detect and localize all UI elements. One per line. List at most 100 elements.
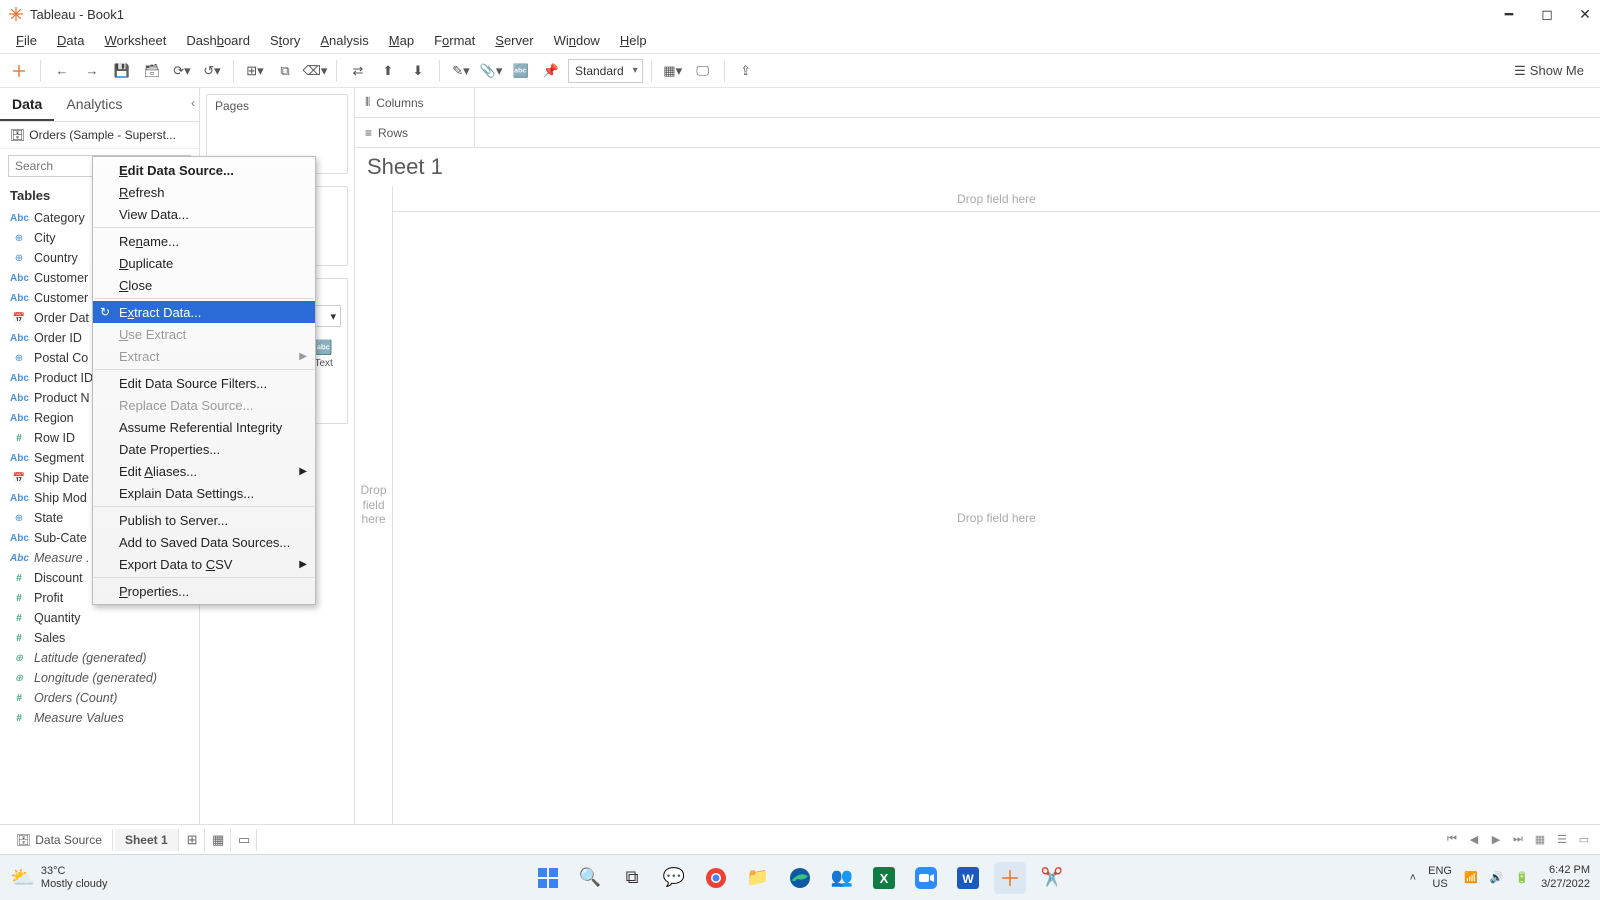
duplicate-button[interactable]: ⧉ <box>272 58 298 84</box>
next-sheet-button[interactable]: ▶ <box>1486 830 1506 850</box>
teams-app-icon[interactable]: 👥 <box>826 862 858 894</box>
presentation-mode-button[interactable]: 🖵 <box>690 58 716 84</box>
menu-story[interactable]: Story <box>260 30 310 51</box>
context-menu-item[interactable]: Duplicate <box>93 252 315 274</box>
datasource-row[interactable]: 🗄 Orders (Sample - Superst... <box>0 122 199 149</box>
field-item[interactable]: ⊕Latitude (generated) <box>0 648 199 668</box>
context-menu-item[interactable]: Add to Saved Data Sources... <box>93 531 315 553</box>
context-menu-item[interactable]: Date Properties... <box>93 438 315 460</box>
context-menu-item[interactable]: Assume Referential Integrity <box>93 416 315 438</box>
battery-icon[interactable]: 🔋 <box>1515 871 1529 884</box>
collapse-pane-icon[interactable]: ‹ <box>191 96 195 110</box>
context-menu-item[interactable]: Explain Data Settings... <box>93 482 315 504</box>
task-view-button[interactable]: ⧉ <box>616 862 648 894</box>
menu-dashboard[interactable]: Dashboard <box>176 30 260 51</box>
menu-worksheet[interactable]: Worksheet <box>94 30 176 51</box>
sort-desc-button[interactable]: ⬇ <box>405 58 431 84</box>
data-tab[interactable]: Data <box>0 88 54 121</box>
sheet-title[interactable]: Sheet 1 <box>355 148 1600 186</box>
menu-help[interactable]: Help <box>610 30 657 51</box>
pause-auto-updates-button[interactable]: ⟳▾ <box>169 58 195 84</box>
group-button[interactable]: 📎▾ <box>478 58 504 84</box>
sheet-tab[interactable]: Sheet 1 <box>115 829 179 851</box>
prev-sheet-button[interactable]: ◀ <box>1464 830 1484 850</box>
window-minimize-button[interactable]: ━ <box>1502 7 1516 21</box>
menu-map[interactable]: Map <box>379 30 424 51</box>
context-menu-item[interactable]: Export Data to CSV▶ <box>93 553 315 575</box>
new-worksheet-tab-button[interactable]: ⊞ <box>181 829 205 851</box>
search-button[interactable]: 🔍 <box>574 862 606 894</box>
context-menu-item[interactable]: Close <box>93 274 315 296</box>
labels-button[interactable]: 🔤 <box>508 58 534 84</box>
zoom-app-icon[interactable] <box>910 862 942 894</box>
highlight-button[interactable]: ✎▾ <box>448 58 474 84</box>
start-button[interactable] <box>532 862 564 894</box>
show-filmstrip-button[interactable]: ☰ <box>1552 830 1572 850</box>
menu-data[interactable]: Data <box>47 30 94 51</box>
taskbar-weather[interactable]: ⛅ 33°C Mostly cloudy <box>10 865 108 889</box>
pin-button[interactable]: 📌 <box>538 58 564 84</box>
word-app-icon[interactable]: W <box>952 862 984 894</box>
analytics-tab[interactable]: Analytics <box>54 88 134 121</box>
snip-app-icon[interactable]: ✂️ <box>1036 862 1068 894</box>
run-update-button[interactable]: ↺▾ <box>199 58 225 84</box>
columns-shelf[interactable]: ⦀Columns <box>355 88 1600 118</box>
column-drop-target[interactable]: Drop field here <box>393 186 1600 212</box>
menu-format[interactable]: Format <box>424 30 485 51</box>
context-menu-item[interactable]: Rename... <box>93 230 315 252</box>
save-button[interactable]: 💾 <box>109 58 135 84</box>
view-drop-target[interactable]: Drop field here <box>393 212 1600 824</box>
language-indicator[interactable]: ENG <box>1428 865 1452 877</box>
menu-file[interactable]: File <box>6 30 47 51</box>
context-menu-item[interactable]: View Data... <box>93 203 315 225</box>
excel-app-icon[interactable]: X <box>868 862 900 894</box>
menu-window[interactable]: Window <box>544 30 610 51</box>
window-maximize-button[interactable]: ◻ <box>1540 7 1554 21</box>
fit-selector[interactable]: Standard <box>568 59 643 83</box>
datasource-tab[interactable]: 🗄Data Source <box>6 829 113 851</box>
show-me-button[interactable]: ☰ Show Me <box>1514 63 1594 79</box>
menu-analysis[interactable]: Analysis <box>310 30 378 51</box>
tableau-start-icon[interactable] <box>6 58 32 84</box>
edge-app-icon[interactable] <box>784 862 816 894</box>
new-story-tab-button[interactable]: ▭ <box>233 829 257 851</box>
show-tabs-button[interactable]: ▭ <box>1574 830 1594 850</box>
context-menu-item[interactable]: Edit Data Source Filters... <box>93 372 315 394</box>
chat-app-icon[interactable]: 💬 <box>658 862 690 894</box>
context-menu-item[interactable]: Refresh <box>93 181 315 203</box>
show-sheet-sorter-button[interactable]: ▦ <box>1530 830 1550 850</box>
redo-button[interactable]: → <box>79 58 105 84</box>
chrome-app-icon[interactable] <box>700 862 732 894</box>
context-menu-item[interactable]: Publish to Server... <box>93 509 315 531</box>
share-button[interactable]: ⇪ <box>733 58 759 84</box>
rows-shelf[interactable]: ≡Rows <box>355 118 1600 148</box>
sort-asc-button[interactable]: ⬆ <box>375 58 401 84</box>
menu-server[interactable]: Server <box>485 30 543 51</box>
new-worksheet-button[interactable]: ⊞▾ <box>242 58 268 84</box>
tray-chevron-icon[interactable]: ˄ <box>1410 872 1416 884</box>
new-datasource-button[interactable]: 🗃 <box>139 58 165 84</box>
show-cards-button[interactable]: ▦▾ <box>660 58 686 84</box>
system-clock[interactable]: 6:42 PM 3/27/2022 <box>1541 864 1590 890</box>
wifi-icon[interactable]: 📶 <box>1464 871 1478 884</box>
new-dashboard-tab-button[interactable]: ▦ <box>207 829 231 851</box>
window-close-button[interactable]: ✕ <box>1578 7 1592 21</box>
undo-button[interactable]: ← <box>49 58 75 84</box>
volume-icon[interactable]: 🔊 <box>1490 871 1504 884</box>
field-item[interactable]: #Measure Values <box>0 708 199 728</box>
explorer-app-icon[interactable]: 📁 <box>742 862 774 894</box>
field-item[interactable]: #Sales <box>0 628 199 648</box>
field-item[interactable]: ⊕Longitude (generated) <box>0 668 199 688</box>
tableau-app-icon[interactable] <box>994 862 1026 894</box>
swap-button[interactable]: ⇄ <box>345 58 371 84</box>
field-item[interactable]: #Quantity <box>0 608 199 628</box>
context-menu-item[interactable]: Edit Aliases...▶ <box>93 460 315 482</box>
clear-button[interactable]: ⌫▾ <box>302 58 328 84</box>
context-menu-item[interactable]: Edit Data Source... <box>93 159 315 181</box>
first-sheet-button[interactable]: ⏮ <box>1442 830 1462 850</box>
field-item[interactable]: #Orders (Count) <box>0 688 199 708</box>
context-menu-item[interactable]: Properties... <box>93 580 315 602</box>
row-drop-target[interactable]: Dropfieldhere <box>355 186 393 824</box>
last-sheet-button[interactable]: ⏭ <box>1508 830 1528 850</box>
context-menu-item[interactable]: ↻Extract Data... <box>93 301 315 323</box>
